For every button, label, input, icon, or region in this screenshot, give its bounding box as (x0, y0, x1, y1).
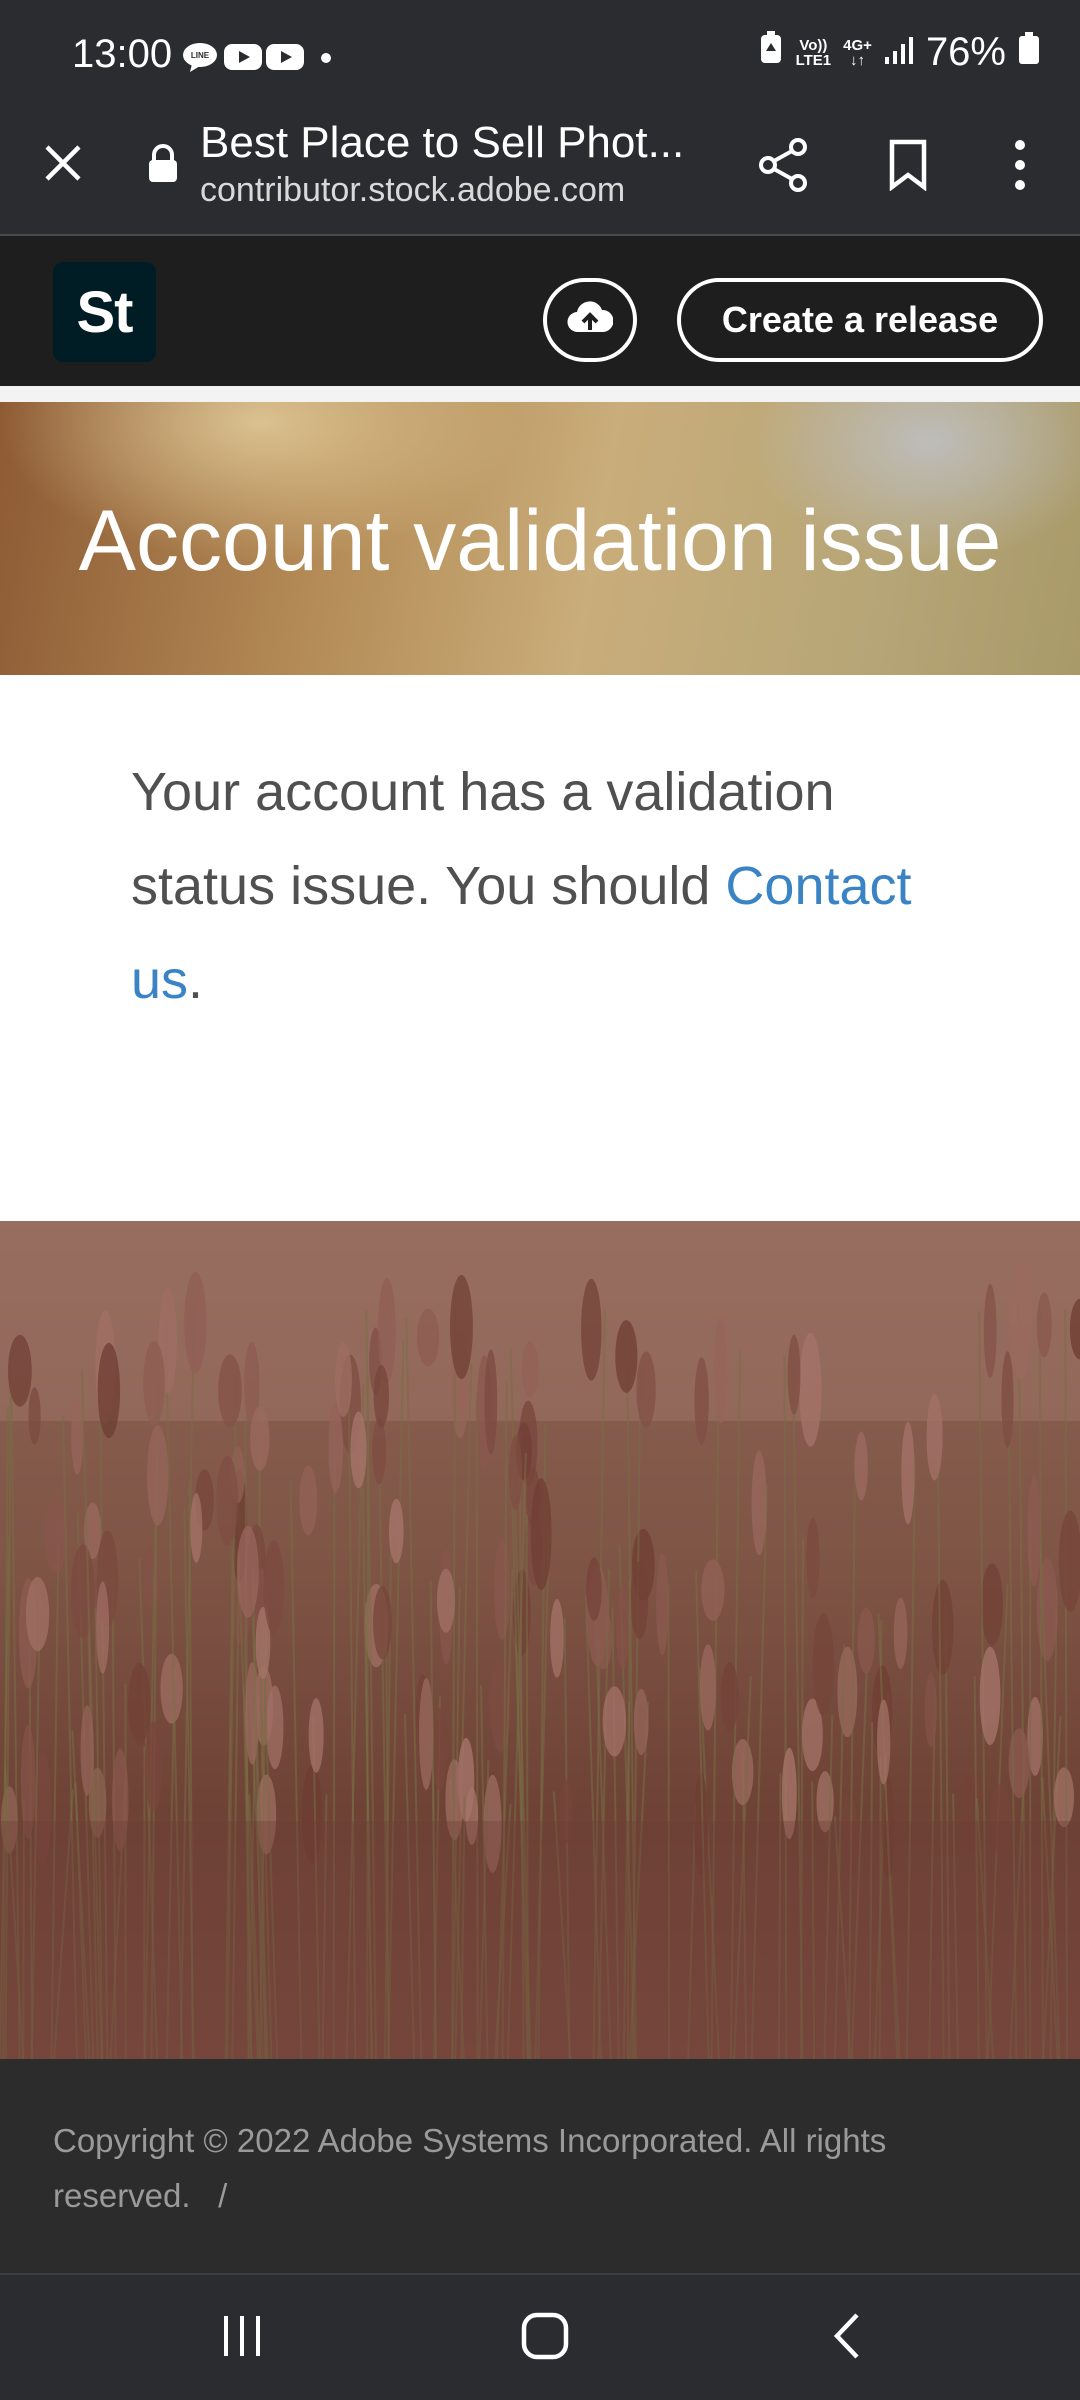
svg-text:LINE: LINE (191, 51, 210, 60)
home-icon (520, 2311, 570, 2366)
dot-icon (308, 42, 344, 72)
upload-cloud-icon (567, 298, 614, 343)
battery-saver-icon (758, 30, 784, 75)
validation-message: Your account has a validation status iss… (131, 745, 951, 1027)
footer-separator: / (218, 2177, 228, 2214)
battery-percent: 76% (925, 30, 1006, 74)
address-bar[interactable]: Best Place to Sell Phot... contributor.s… (196, 118, 716, 236)
more-options-button[interactable] (985, 132, 1055, 202)
youtube-icon (224, 42, 262, 72)
copyright-text: Copyright © 2022 Adobe Systems Incorpora… (53, 2122, 887, 2214)
footer: Copyright © 2022 Adobe Systems Incorpora… (0, 2059, 1080, 2273)
page-title: Best Place to Sell Phot... (200, 118, 685, 167)
back-button[interactable] (806, 2303, 886, 2373)
youtube-icon (266, 42, 304, 72)
system-status: Vo)) LTE1 4G+ ↓↑ 76% (758, 30, 1040, 75)
network-label: 4G+ (843, 36, 872, 54)
back-icon (829, 2311, 863, 2366)
bookmark-icon (888, 139, 928, 196)
lavender-field-image (0, 1221, 1080, 2059)
site-header: St Create a release (0, 236, 1080, 386)
status-bar: 13:00 LINE Vo)) LTE1 4G+ ↓↑ 76% (0, 0, 1080, 118)
close-tab-button[interactable] (38, 140, 88, 190)
battery-icon (1018, 30, 1040, 75)
share-button[interactable] (748, 132, 818, 202)
adobe-stock-logo[interactable]: St (53, 262, 156, 362)
footer-copyright: Copyright © 2022 Adobe Systems Incorpora… (53, 2113, 953, 2223)
network-indicator: 4G+ ↓↑ (843, 36, 872, 69)
signal-icon (884, 30, 914, 75)
recent-apps-button[interactable] (202, 2303, 282, 2373)
notification-icons: LINE (182, 42, 344, 72)
volte-indicator: Vo)) LTE1 (796, 38, 832, 68)
share-icon (757, 137, 809, 198)
line-icon: LINE (182, 42, 218, 72)
message-section: Your account has a validation status iss… (0, 675, 1080, 1221)
header-divider (0, 386, 1080, 402)
recent-apps-icon (220, 2314, 264, 2363)
create-release-button[interactable]: Create a release (677, 278, 1043, 362)
upload-button[interactable] (543, 278, 637, 362)
close-icon (43, 143, 83, 188)
volte-line2: LTE1 (795, 51, 832, 69)
browser-toolbar: Best Place to Sell Phot... contributor.s… (0, 118, 1080, 236)
more-vert-icon (1010, 139, 1030, 196)
system-nav-bar (0, 2273, 1080, 2400)
hero-banner: Account validation issue (0, 402, 1080, 675)
hero-title: Account validation issue (78, 493, 1002, 589)
home-button[interactable] (505, 2303, 585, 2373)
status-time: 13:00 (72, 32, 173, 76)
message-trailing: . (188, 950, 204, 1010)
lock-icon (146, 144, 180, 184)
page-url: contributor.stock.adobe.com (200, 171, 626, 209)
bookmark-button[interactable] (873, 132, 943, 202)
